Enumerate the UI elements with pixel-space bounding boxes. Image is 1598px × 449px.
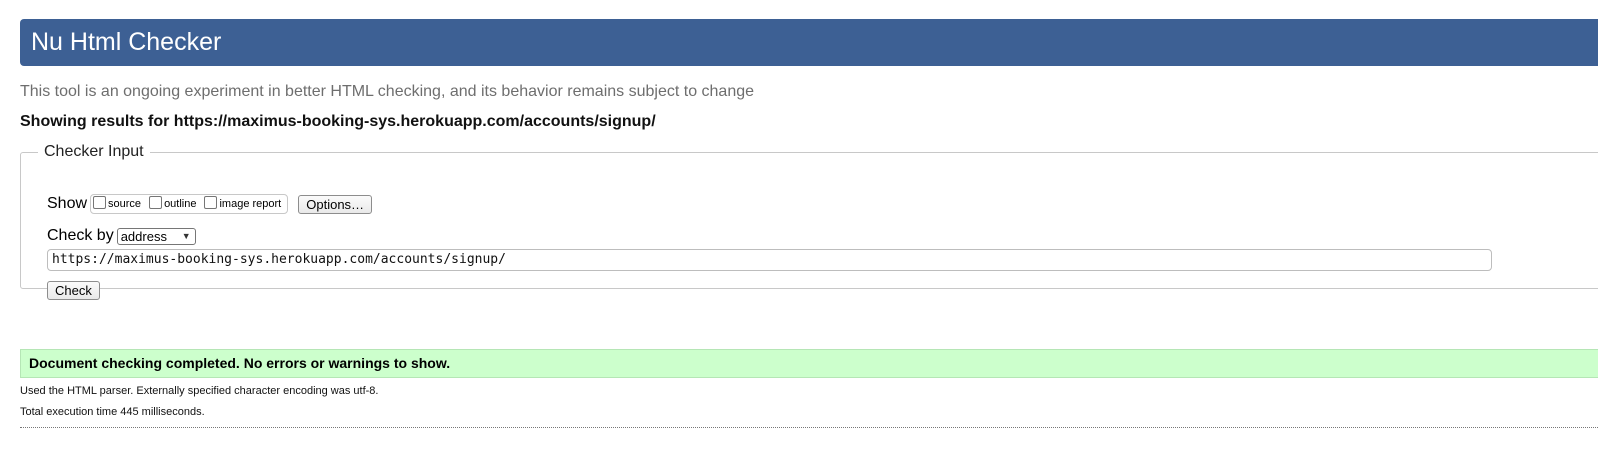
divider	[20, 427, 1598, 428]
show-label: Show	[47, 195, 88, 212]
show-outline-option[interactable]: outline	[149, 195, 197, 211]
options-button[interactable]: Options…	[298, 194, 373, 214]
page: Nu Html Checker This tool is an ongoing …	[0, 0, 1598, 449]
outline-checkbox[interactable]	[149, 195, 163, 209]
outline-checkbox-label: outline	[164, 198, 197, 210]
show-source-option[interactable]: source	[93, 195, 142, 211]
checker-input-fieldset: Checker Input Show source outline image …	[20, 143, 1598, 300]
parser-details: Used the HTML parser. Externally specifi…	[20, 385, 379, 397]
source-checkbox[interactable]	[93, 195, 107, 209]
success-message: Document checking completed. No errors o…	[20, 349, 1598, 378]
check-by-selected-value: address	[120, 228, 167, 244]
check-by-row: Check by address ▼	[47, 227, 196, 245]
show-options-group: source outline image report	[90, 194, 289, 214]
url-input[interactable]: https://maximus-booking-sys.herokuapp.co…	[47, 249, 1492, 271]
show-row: Show source outline image report Options…	[47, 194, 373, 214]
showing-results: Showing results for https://maximus-book…	[20, 113, 656, 131]
check-by-label: Check by	[47, 227, 114, 244]
image-report-checkbox[interactable]	[204, 195, 218, 209]
image-report-checkbox-label: image report	[219, 198, 282, 210]
execution-time: Total execution time 445 milliseconds.	[20, 406, 205, 418]
check-by-select[interactable]: address ▼	[116, 227, 196, 245]
header-bar: Nu Html Checker	[20, 19, 1598, 66]
chevron-down-icon: ▼	[181, 231, 191, 241]
checker-input-legend: Checker Input	[44, 143, 144, 160]
showing-results-url: https://maximus-booking-sys.herokuapp.co…	[173, 113, 656, 130]
check-button[interactable]: Check	[47, 281, 100, 300]
page-title: Nu Html Checker	[31, 28, 222, 56]
source-checkbox-label: source	[108, 198, 142, 210]
intro-text: This tool is an ongoing experiment in be…	[20, 83, 755, 100]
show-image-report-option[interactable]: image report	[204, 195, 282, 211]
showing-results-prefix: Showing results for	[20, 113, 170, 130]
